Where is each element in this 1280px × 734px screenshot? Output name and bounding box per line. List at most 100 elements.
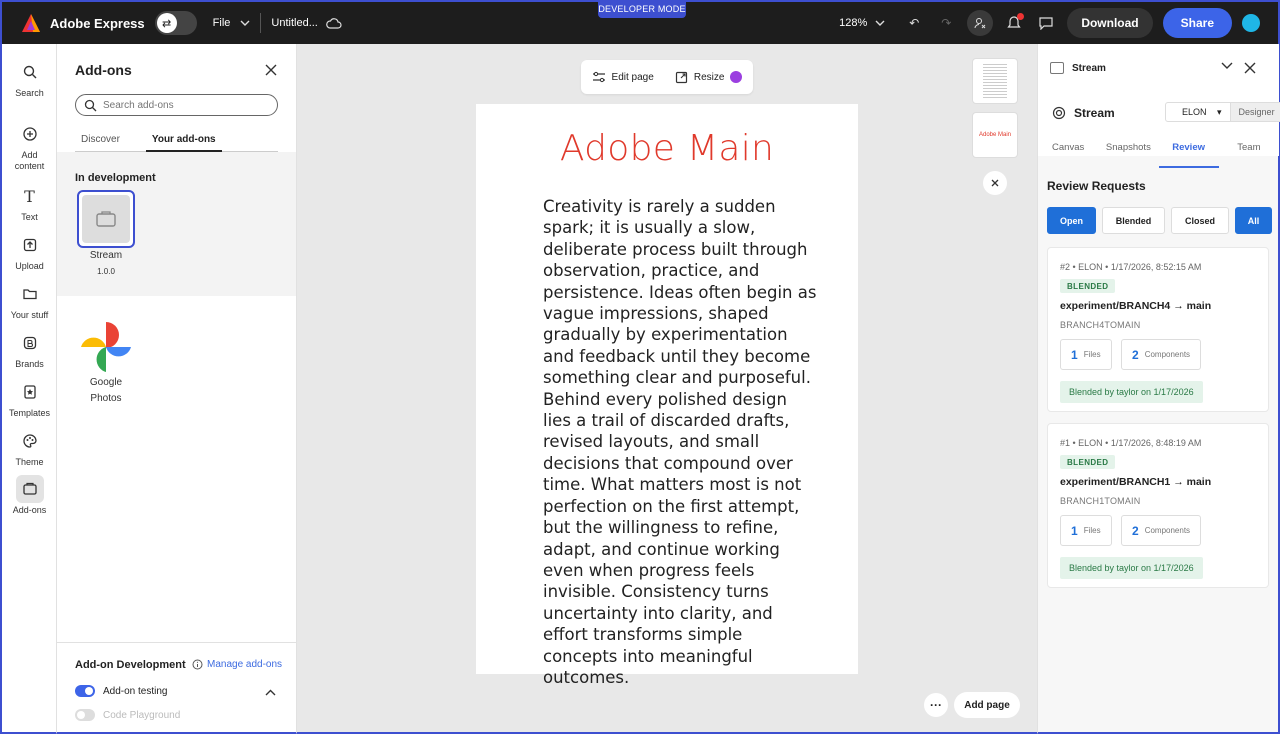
- file-menu[interactable]: File: [213, 17, 251, 29]
- chevron-down-icon[interactable]: [1221, 62, 1233, 70]
- tab-your-add-ons[interactable]: Your add-ons: [145, 134, 222, 152]
- filter-closed-button[interactable]: Closed: [1171, 207, 1229, 234]
- chevron-down-icon: [240, 20, 250, 26]
- page-thumbnail[interactable]: Adobe Main: [972, 112, 1018, 158]
- top-bar: Adobe Express ⇄ File Untitled... DEVELOP…: [0, 0, 1280, 44]
- rail-item-brands[interactable]: Brands: [2, 329, 57, 369]
- components-count-value: 2: [1132, 523, 1139, 538]
- add-page-button[interactable]: Add page: [954, 692, 1020, 718]
- page-title[interactable]: Adobe Main: [476, 128, 858, 169]
- components-count-label: Components: [1144, 350, 1191, 359]
- rail-item-templates[interactable]: Templates: [2, 378, 57, 418]
- rail-item-add-ons[interactable]: Add-ons: [2, 475, 57, 515]
- redo-icon[interactable]: ↷: [935, 12, 957, 34]
- document-title[interactable]: Untitled...: [271, 17, 342, 29]
- tab-review[interactable]: Review: [1158, 142, 1219, 168]
- review-request-card[interactable]: #2 • ELON • 1/17/2026, 8:52:15 AM BLENDE…: [1047, 247, 1269, 412]
- tab-team[interactable]: Team: [1219, 142, 1279, 168]
- files-count-label: Files: [1083, 350, 1101, 359]
- zoom-value: 128%: [839, 17, 868, 29]
- playground-toggle[interactable]: [75, 709, 95, 721]
- files-count-label: Files: [1083, 526, 1101, 535]
- add-on-testing-row[interactable]: Add-on testing: [75, 685, 168, 697]
- rail-item-add-content[interactable]: Add content: [2, 120, 57, 172]
- avatar[interactable]: [1242, 14, 1260, 32]
- left-rail: Search Add content T Text Upload Your st…: [0, 44, 57, 734]
- rail-item-your-stuff[interactable]: Your stuff: [2, 280, 57, 320]
- filter-open-button[interactable]: Open: [1047, 207, 1096, 234]
- addon-version: 1.0.0: [97, 267, 115, 276]
- manage-label: Manage add-ons: [207, 659, 283, 670]
- resize-button[interactable]: Resize: [675, 71, 743, 84]
- rail-item-search[interactable]: Search: [2, 58, 57, 98]
- canvas-page[interactable]: Adobe Main Creativity is rarely a sudden…: [476, 104, 858, 687]
- download-button[interactable]: Download: [1067, 8, 1153, 38]
- addons-icon: [82, 195, 130, 243]
- filter-blended-button[interactable]: Blended: [1102, 207, 1165, 234]
- edit-page-button[interactable]: Edit page: [592, 71, 654, 83]
- undo-icon[interactable]: ↶: [903, 12, 925, 34]
- section-title: Add-on Development: [75, 659, 186, 671]
- brand-icon: [16, 329, 44, 357]
- search-input[interactable]: [103, 99, 263, 111]
- files-count[interactable]: 1 Files: [1060, 515, 1112, 546]
- close-icon[interactable]: [983, 171, 1007, 195]
- resize-label: Resize: [693, 71, 725, 83]
- page-thumbnail[interactable]: [972, 58, 1018, 104]
- role-badge: Designer: [1229, 103, 1280, 121]
- panel-tabs: Canvas Snapshots Review Team: [1038, 142, 1279, 168]
- folder-icon: [16, 280, 44, 308]
- rail-item-text[interactable]: T Text: [2, 182, 57, 223]
- rail-label: Add-ons: [12, 505, 47, 515]
- more-options-icon[interactable]: ···: [924, 693, 948, 717]
- rail-item-upload[interactable]: Upload: [2, 231, 57, 271]
- branch-name: experiment/BRANCH4 → main: [1060, 300, 1212, 312]
- rail-item-theme[interactable]: Theme: [2, 427, 57, 467]
- user-role-selector[interactable]: ELON ▾ Designer: [1165, 102, 1280, 122]
- components-count[interactable]: 2 Components: [1121, 339, 1202, 370]
- page-body-text[interactable]: Creativity is rarely a sudden spark; it …: [543, 196, 818, 688]
- review-request-card[interactable]: #1 • ELON • 1/17/2026, 8:48:19 AM BLENDE…: [1047, 423, 1269, 588]
- addons-icon: [15, 475, 44, 503]
- filter-all-button[interactable]: All: [1235, 207, 1272, 234]
- zoom-control[interactable]: 128%: [839, 17, 885, 29]
- text-preview-icon: [983, 64, 1007, 98]
- rail-label: Search: [15, 88, 44, 98]
- search-input-wrapper[interactable]: [75, 94, 278, 116]
- upload-icon: [16, 231, 44, 259]
- adobe-express-logo[interactable]: [20, 12, 42, 34]
- search-icon: [84, 99, 97, 111]
- addon-development-section: Add-on Development Manage add-ons Add-on…: [57, 642, 296, 721]
- comments-icon[interactable]: [1035, 12, 1057, 34]
- components-count[interactable]: 2 Components: [1121, 515, 1202, 546]
- addon-name: Photos: [90, 393, 122, 404]
- rail-label: Templates: [8, 408, 51, 418]
- developer-mode-badge: DEVELOPER MODE: [598, 0, 686, 18]
- google-photos-icon[interactable]: [79, 320, 133, 374]
- close-icon[interactable]: [263, 62, 279, 78]
- tab-snapshots[interactable]: Snapshots: [1098, 142, 1158, 168]
- close-icon[interactable]: [1244, 62, 1256, 74]
- request-title: BRANCH1TOMAIN: [1060, 496, 1141, 506]
- share-button[interactable]: Share: [1162, 8, 1232, 38]
- rail-label: Add content: [14, 150, 45, 171]
- tab-canvas[interactable]: Canvas: [1038, 142, 1098, 168]
- notifications-icon[interactable]: [1003, 12, 1025, 34]
- panel-title: Add-ons: [75, 62, 132, 78]
- tab-discover[interactable]: Discover: [75, 134, 126, 152]
- resize-icon: [675, 71, 687, 83]
- stream-logo-icon: [1052, 106, 1066, 120]
- collaborate-icon[interactable]: [967, 10, 994, 36]
- chevron-down-icon: [875, 20, 885, 26]
- palette-icon: [16, 427, 44, 455]
- user-select[interactable]: ELON ▾: [1166, 103, 1230, 121]
- mode-toggle[interactable]: ⇄: [154, 11, 197, 35]
- chevron-up-icon[interactable]: [265, 689, 276, 696]
- testing-toggle[interactable]: [75, 685, 95, 697]
- stream-addon-tile[interactable]: [77, 190, 135, 248]
- section-title: In development: [75, 172, 156, 184]
- manage-add-ons-link[interactable]: Manage add-ons: [192, 659, 282, 670]
- addon-name: Google: [89, 377, 123, 388]
- code-playground-row[interactable]: Code Playground: [75, 709, 180, 721]
- files-count[interactable]: 1 Files: [1060, 339, 1112, 370]
